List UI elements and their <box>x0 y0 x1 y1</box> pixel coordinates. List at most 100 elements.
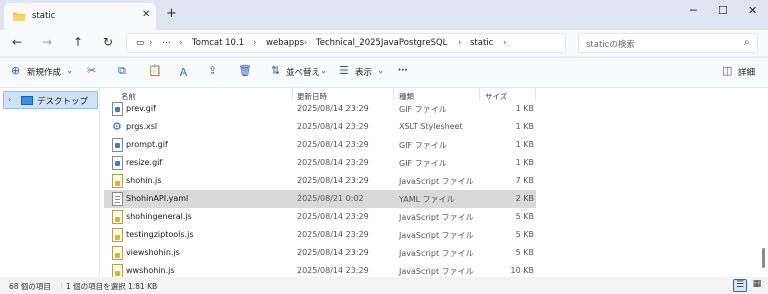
minimize-button[interactable]: ─ <box>690 4 697 17</box>
chevron-down-icon: ⌄ <box>66 66 74 76</box>
status-divider: | <box>60 281 63 290</box>
file-type: GIF ファイル <box>399 159 447 168</box>
details-button[interactable]: 詳細 <box>738 66 755 78</box>
file-row[interactable]: shohin.js 2025/08/14 23:29 JavaScript ファイル… <box>104 172 536 190</box>
sort-button[interactable]: 並べ替え <box>286 66 320 78</box>
tiles-view-icon[interactable]: ▦ <box>750 279 764 292</box>
file-name: prgs.xsl <box>126 122 158 131</box>
paste-icon[interactable]: 📋 <box>148 64 162 77</box>
search-placeholder: staticの検索 <box>586 40 635 50</box>
maximize-button[interactable]: ☐ <box>718 4 728 17</box>
file-date: 2025/08/14 23:29 <box>297 266 369 275</box>
xsl-file-icon <box>112 120 123 134</box>
file-row[interactable]: prev.gif 2025/08/14 23:29 GIF ファイル 1 KB <box>104 100 536 118</box>
more-locations-icon[interactable]: ⋯ <box>162 38 171 48</box>
up-button[interactable]: ↑ <box>73 35 83 49</box>
breadcrumb-tomcat[interactable]: Tomcat 10.1 <box>192 38 244 48</box>
chevron-right-icon: › <box>304 38 308 48</box>
file-date: 2025/08/14 23:29 <box>297 248 369 257</box>
refresh-button[interactable]: ↻ <box>103 35 113 49</box>
gif-file-icon <box>112 138 123 152</box>
file-size: 10 KB <box>510 266 534 275</box>
new-icon: ⊕ <box>11 64 21 77</box>
status-bar: 68 個の項目 | 1 個の項目を選択 1.81 KB ☰ ▦ <box>0 277 768 294</box>
new-button[interactable]: 新規作成 <box>27 66 61 78</box>
file-date: 2025/08/14 23:29 <box>297 212 369 221</box>
js-file-icon <box>112 246 123 260</box>
file-row[interactable]: testingziptools.js 2025/08/14 23:29 JavaSc… <box>104 226 536 244</box>
column-divider[interactable] <box>393 88 394 100</box>
file-name: resize.gif <box>126 158 163 167</box>
nav-item-desktop[interactable]: › デスクトップ <box>3 91 98 109</box>
file-row[interactable]: viewshohin.js 2025/08/14 23:29 JavaScript … <box>104 244 536 262</box>
copy-icon[interactable]: ⧉ <box>118 64 126 78</box>
share-icon[interactable]: ⇪ <box>208 64 217 77</box>
file-name: testingziptools.js <box>126 230 194 239</box>
column-divider[interactable] <box>535 88 536 100</box>
chevron-right-icon[interactable]: › <box>8 95 11 104</box>
file-date: 2025/08/14 23:29 <box>297 158 369 167</box>
details-view-icon[interactable]: ☰ <box>733 279 747 292</box>
file-row[interactable]: resize.gif 2025/08/14 23:29 GIF ファイル 1 KB <box>104 154 536 172</box>
file-row[interactable]: ShohinAPI.yaml 2025/08/21 0:02 YAML ファイル 2 … <box>104 190 536 208</box>
new-tab-icon[interactable]: + <box>166 6 177 21</box>
cut-icon[interactable]: ✂ <box>87 64 96 77</box>
yaml-file-icon <box>112 192 123 206</box>
js-file-icon <box>112 210 123 224</box>
file-date: 2025/08/14 23:29 <box>297 230 369 239</box>
delete-icon[interactable]: 🗑 <box>238 64 252 77</box>
desktop-icon <box>21 96 33 105</box>
nav-item-label: デスクトップ <box>37 97 89 107</box>
gif-file-icon <box>112 102 123 116</box>
selection-info: 1 個の項目を選択 1.81 KB <box>66 282 158 291</box>
address-field[interactable]: ▭ › ⋯ › Tomcat 10.1 › webapps › Technica… <box>126 33 566 53</box>
chevron-right-icon: › <box>149 38 153 48</box>
file-size: 5 KB <box>515 212 534 221</box>
file-type: GIF ファイル <box>399 105 447 114</box>
file-type: YAML ファイル <box>399 195 455 204</box>
file-date: 2025/08/14 23:29 <box>297 140 369 149</box>
file-size: 2 KB <box>515 194 534 203</box>
rename-icon[interactable]: Ａ <box>178 64 189 80</box>
chevron-right-icon: › <box>253 38 257 48</box>
column-divider[interactable] <box>292 88 293 100</box>
file-name: viewshohin.js <box>126 248 180 257</box>
forward-button[interactable]: → <box>42 35 52 49</box>
file-name: shohin.js <box>126 176 162 185</box>
tab-static[interactable]: static ✕ <box>4 3 156 30</box>
file-name: shohingeneral.js <box>126 212 192 221</box>
file-size: 5 KB <box>515 230 534 239</box>
file-date: 2025/08/14 23:29 <box>297 176 369 185</box>
breadcrumb-webapps[interactable]: webapps <box>266 38 304 48</box>
file-type: JavaScript ファイル <box>399 213 474 222</box>
back-button[interactable]: ← <box>12 35 22 49</box>
chevron-right-icon: › <box>179 38 183 48</box>
chevron-down-icon: ⌄ <box>377 66 385 76</box>
file-name: prompt.gif <box>126 140 168 149</box>
chevron-right-icon: › <box>458 38 462 48</box>
close-window-button[interactable]: ✕ <box>748 4 757 17</box>
breadcrumb-project[interactable]: Technical_2025JavaPostgreSQL <box>316 38 447 48</box>
js-file-icon <box>112 174 123 188</box>
file-type: JavaScript ファイル <box>399 231 474 240</box>
view-button[interactable]: 表示 <box>355 66 372 78</box>
file-row[interactable]: prompt.gif 2025/08/14 23:29 GIF ファイル 1 KB <box>104 136 536 154</box>
close-tab-icon[interactable]: ✕ <box>142 9 150 20</box>
js-file-icon <box>112 264 123 278</box>
chevron-right-icon[interactable]: › <box>503 38 506 48</box>
file-size: 1 KB <box>515 122 534 131</box>
more-options-icon[interactable]: ··· <box>398 66 408 76</box>
search-input[interactable]: staticの検索 ⌕ <box>578 33 758 53</box>
file-type: JavaScript ファイル <box>399 249 474 258</box>
file-size: 7 KB <box>515 176 534 185</box>
file-type: JavaScript ファイル <box>399 267 474 276</box>
file-date: 2025/08/14 23:29 <box>297 104 369 113</box>
file-row[interactable]: prgs.xsl 2025/08/14 23:29 XSLT Stylesheet 1… <box>104 118 536 136</box>
js-file-icon <box>112 228 123 242</box>
file-size: 1 KB <box>515 104 534 113</box>
column-divider[interactable] <box>479 88 480 100</box>
title-bar: static ✕ + ─ ☐ ✕ <box>0 0 768 30</box>
scrollbar-thumb[interactable] <box>762 248 765 268</box>
file-row[interactable]: shohingeneral.js 2025/08/14 23:29 JavaScri… <box>104 208 536 226</box>
breadcrumb-static[interactable]: static <box>470 38 493 48</box>
